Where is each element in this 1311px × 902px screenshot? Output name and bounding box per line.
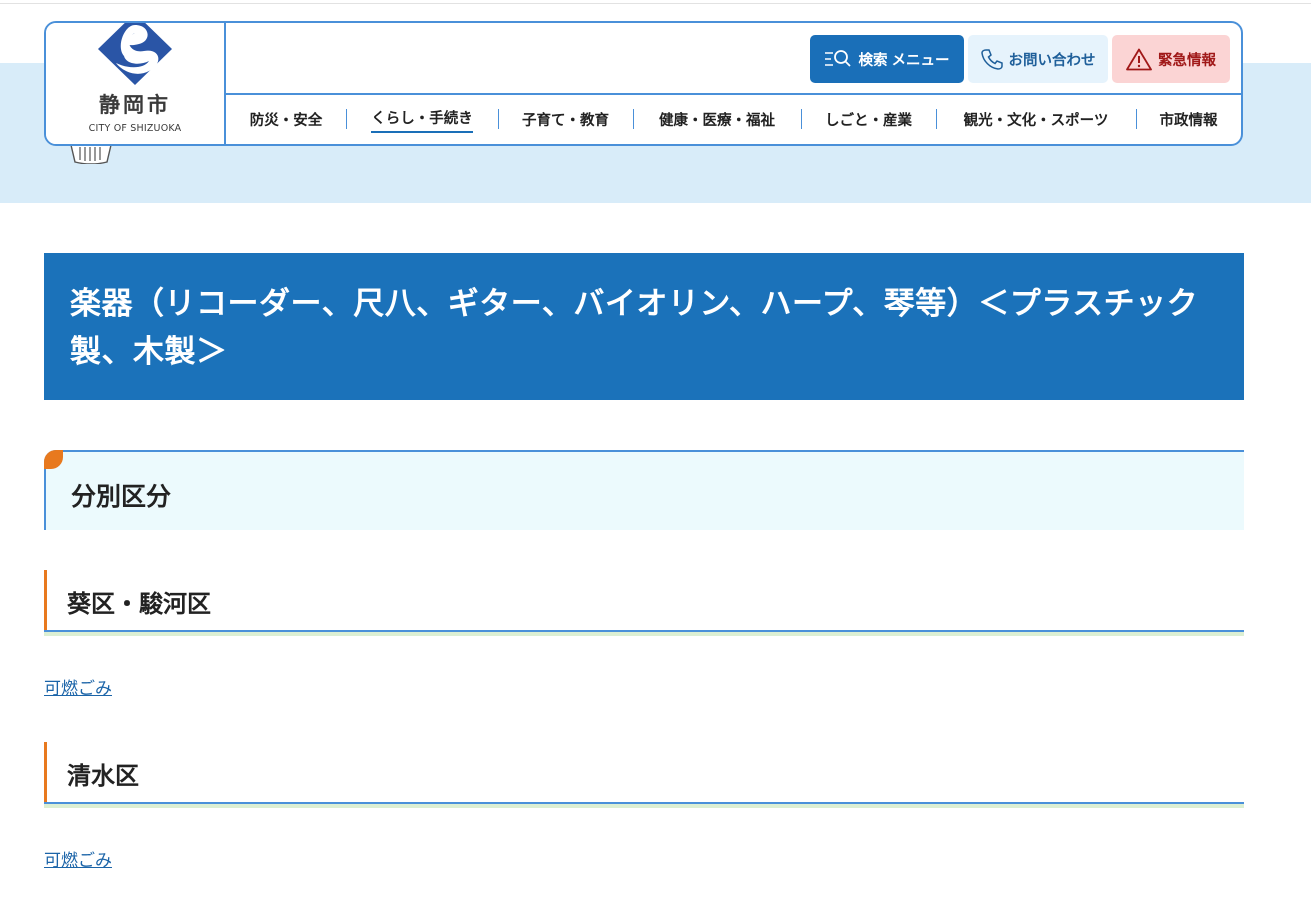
city-emblem-icon (98, 23, 172, 85)
global-nav: 防災・安全 くらし・手続き 子育て・教育 健康・医療・福祉 しごと・産業 観光・… (226, 95, 1241, 144)
district-heading: 清水区 (44, 742, 1244, 808)
nav-item-health-welfare[interactable]: 健康・医療・福祉 (633, 95, 801, 144)
nav-item-childcare-education[interactable]: 子育て・教育 (498, 95, 633, 144)
page-title: 楽器（リコーダー、尺八、ギター、バイオリン、ハープ、琴等）＜プラスチック製、木製… (70, 286, 1199, 370)
search-menu-icon (825, 50, 852, 67)
decorative-illustration (70, 144, 112, 164)
nav-item-disaster-safety[interactable]: 防災・安全 (226, 95, 346, 144)
contact-button[interactable]: お問い合わせ (968, 35, 1108, 83)
nav-item-city-info[interactable]: 市政情報 (1136, 95, 1241, 144)
search-menu-button[interactable]: 検索 メニュー (810, 35, 964, 83)
heading-underline (44, 802, 1244, 804)
utility-bar: 検索 メニュー お問い合わせ 緊急情報 (226, 23, 1241, 93)
site-logo[interactable]: 静岡市 CITY OF SHIZUOKA (46, 23, 226, 144)
section-heading: 分別区分 (71, 482, 172, 511)
nav-item-work-industry[interactable]: しごと・産業 (801, 95, 936, 144)
logo-text-jp: 静岡市 (99, 93, 171, 117)
site-header: 静岡市 CITY OF SHIZUOKA 検索 メニュー お問い合わせ 緊急情報 (44, 21, 1243, 146)
district-heading: 葵区・駿河区 (44, 570, 1244, 636)
search-menu-label: 検索 メニュー (858, 52, 950, 69)
emergency-label: 緊急情報 (1158, 52, 1216, 69)
section-heading-box: 分別区分 (44, 450, 1244, 530)
district-name: 葵区・駿河区 (67, 590, 211, 618)
emergency-button[interactable]: 緊急情報 (1112, 35, 1230, 83)
heading-underline (44, 630, 1244, 632)
contact-label: お問い合わせ (1008, 52, 1096, 69)
phone-icon (980, 49, 1003, 70)
warning-icon (1126, 48, 1152, 70)
page-title-banner: 楽器（リコーダー、尺八、ギター、バイオリン、ハープ、琴等）＜プラスチック製、木製… (44, 253, 1244, 400)
heading-corner-accent (44, 450, 63, 469)
logo-text-en: CITY OF SHIZUOKA (88, 123, 182, 134)
category-link[interactable]: 可燃ごみ (44, 846, 112, 871)
nav-item-life-procedures[interactable]: くらし・手続き (346, 95, 498, 144)
top-rule (0, 3, 1311, 4)
category-link[interactable]: 可燃ごみ (44, 674, 112, 699)
district-name: 清水区 (67, 762, 139, 790)
nav-item-tourism-culture[interactable]: 観光・文化・スポーツ (936, 95, 1136, 144)
